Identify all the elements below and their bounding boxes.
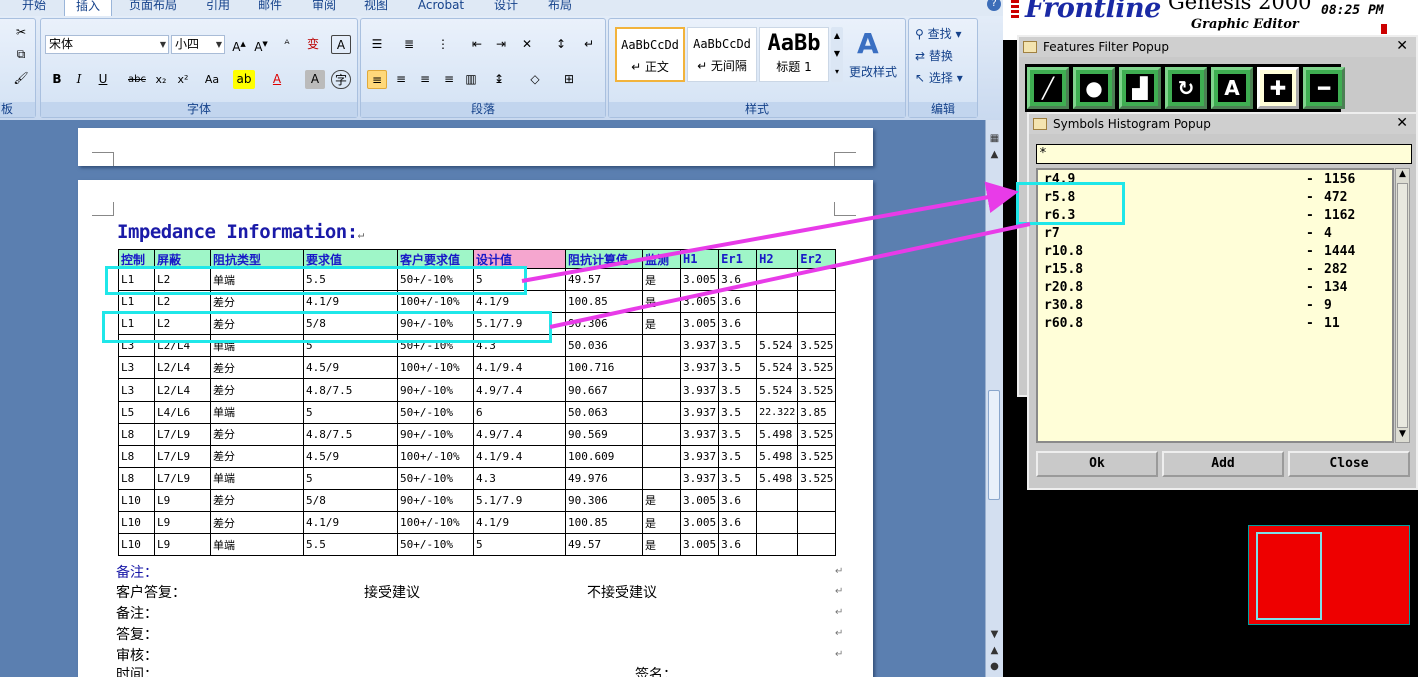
desktop: { "word": { "tabs": ["开始","插入","页面布局","引…	[0, 0, 1418, 677]
arrow-1	[521, 181, 1019, 283]
annotation-arrows	[521, 181, 1031, 329]
arrow-2	[549, 222, 1031, 329]
